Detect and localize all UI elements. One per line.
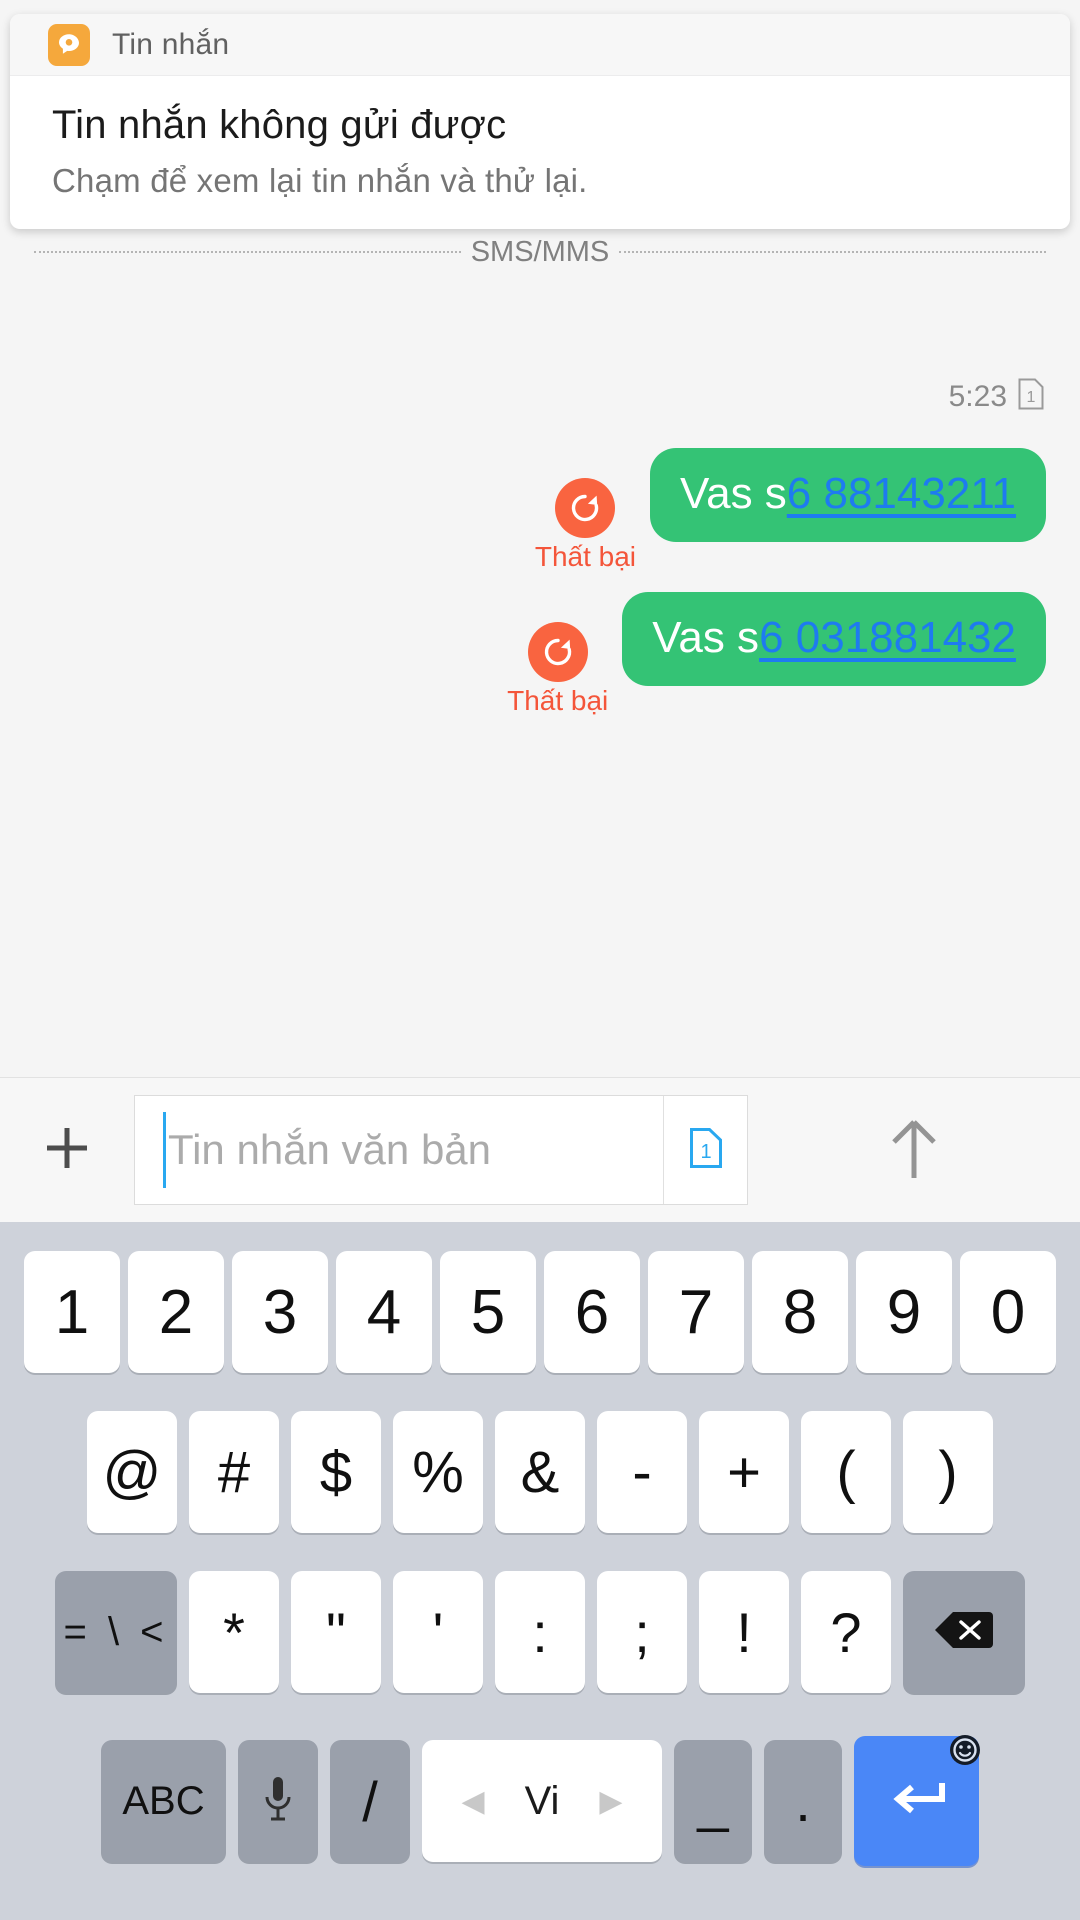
key-semicolon[interactable]: ; xyxy=(597,1571,687,1693)
send-button[interactable] xyxy=(748,1078,1080,1223)
key-slash[interactable]: / xyxy=(330,1740,410,1862)
key-enter[interactable] xyxy=(854,1735,980,1866)
emoji-icon[interactable] xyxy=(947,1732,983,1768)
message-row: Thất bại Vas s6 88143211 xyxy=(535,448,1046,573)
message-text-plain: Vas s xyxy=(680,469,787,518)
divider-line-left xyxy=(34,251,461,253)
key-percent[interactable]: % xyxy=(393,1411,483,1533)
key-underscore[interactable]: _ xyxy=(674,1740,752,1862)
sim-select-button[interactable]: 1 xyxy=(663,1096,747,1204)
on-screen-keyboard: 1 2 3 4 5 6 7 8 9 0 @ # $ % & - + ( ) = … xyxy=(0,1222,1080,1920)
plus-icon xyxy=(37,1118,97,1183)
triangle-right-icon[interactable]: ▶ xyxy=(599,1784,622,1819)
key-paren-close[interactable]: ) xyxy=(903,1411,993,1533)
key-6[interactable]: 6 xyxy=(544,1251,640,1373)
key-colon[interactable]: : xyxy=(495,1571,585,1693)
key-backspace[interactable] xyxy=(903,1571,1025,1693)
message-text: Vas s6 031881432 xyxy=(652,613,1016,662)
retry-icon[interactable] xyxy=(527,622,588,682)
sim-1-icon: 1 xyxy=(689,1127,723,1174)
text-input-area[interactable]: Tin nhắn văn bản xyxy=(135,1096,663,1204)
key-ampersand[interactable]: & xyxy=(495,1411,585,1533)
text-cursor xyxy=(163,1112,166,1188)
notification-card[interactable]: Tin nhắn Tin nhắn không gửi được Chạm để… xyxy=(10,14,1070,229)
arrow-up-icon xyxy=(883,1112,945,1189)
message-bubble[interactable]: Vas s6 031881432 xyxy=(622,592,1046,687)
microphone-icon xyxy=(261,1773,295,1830)
key-7[interactable]: 7 xyxy=(648,1251,744,1373)
key-question[interactable]: ? xyxy=(801,1571,891,1693)
message-timestamp-row: 5:23 1 xyxy=(949,378,1044,415)
sms-mms-divider: SMS/MMS xyxy=(0,230,1080,274)
attach-button[interactable] xyxy=(0,1078,134,1223)
retry-icon[interactable] xyxy=(555,478,616,538)
text-input-placeholder: Tin nhắn văn bản xyxy=(168,1126,492,1173)
divider-line-right xyxy=(619,251,1046,253)
key-2[interactable]: 2 xyxy=(128,1251,224,1373)
message-text-plain: Vas s xyxy=(652,613,760,662)
key-9[interactable]: 9 xyxy=(856,1251,952,1373)
notification-message: Chạm để xem lại tin nhắn và thử lại. xyxy=(52,162,588,199)
space-language-label: Vi xyxy=(524,1778,560,1823)
return-icon xyxy=(886,1775,948,1828)
notification-header: Tin nhắn xyxy=(10,14,1070,76)
svg-text:1: 1 xyxy=(700,1141,711,1163)
key-voice-input[interactable] xyxy=(238,1740,318,1862)
timestamp-label: 5:23 xyxy=(948,379,1007,413)
svg-text:1: 1 xyxy=(1027,389,1036,406)
backspace-icon xyxy=(933,1608,995,1657)
key-abc-layout[interactable]: ABC xyxy=(101,1740,226,1862)
divider-label: SMS/MMS xyxy=(470,235,610,268)
key-plus[interactable]: + xyxy=(699,1411,789,1533)
key-0[interactable]: 0 xyxy=(960,1251,1056,1373)
key-dollar[interactable]: $ xyxy=(291,1411,381,1533)
sim-1-icon: 1 xyxy=(1018,378,1044,415)
key-symbol-page-toggle[interactable]: = \ < xyxy=(55,1571,177,1693)
key-hash[interactable]: # xyxy=(189,1411,279,1533)
key-hyphen[interactable]: - xyxy=(597,1411,687,1533)
failed-label: Thất bại xyxy=(507,685,609,716)
message-text: Vas s6 88143211 xyxy=(680,469,1016,518)
keyboard-row-bottom: ABC / ◀ Vi ▶ _ . xyxy=(0,1712,1080,1890)
messages-app-icon xyxy=(48,23,90,66)
key-asterisk[interactable]: * xyxy=(189,1571,279,1693)
message-bubble[interactable]: Vas s6 88143211 xyxy=(650,448,1046,543)
keyboard-row-numbers: 1 2 3 4 5 6 7 8 9 0 xyxy=(0,1232,1080,1392)
message-failed-status[interactable]: Thất bại xyxy=(535,478,636,573)
message-failed-status[interactable]: Thất bại xyxy=(507,622,608,717)
message-phone-link[interactable]: 6 88143211 xyxy=(787,469,1016,518)
key-4[interactable]: 4 xyxy=(336,1251,432,1373)
keyboard-row-symbols: @ # $ % & - + ( ) xyxy=(0,1392,1080,1552)
message-row: Thất bại Vas s6 031881432 xyxy=(507,592,1046,717)
key-space[interactable]: ◀ Vi ▶ xyxy=(422,1740,662,1862)
key-5[interactable]: 5 xyxy=(440,1251,536,1373)
key-1[interactable]: 1 xyxy=(24,1251,120,1373)
key-exclamation[interactable]: ! xyxy=(699,1571,789,1693)
message-phone-link[interactable]: 6 031881432 xyxy=(759,613,1016,662)
triangle-left-icon[interactable]: ◀ xyxy=(462,1784,485,1819)
key-paren-open[interactable]: ( xyxy=(801,1411,891,1533)
notification-title: Tin nhắn không gửi được xyxy=(52,103,507,147)
message-text-field[interactable]: Tin nhắn văn bản 1 xyxy=(134,1095,748,1205)
key-quote-double[interactable]: " xyxy=(291,1571,381,1693)
failed-label: Thất bại xyxy=(534,541,637,572)
key-3[interactable]: 3 xyxy=(232,1251,328,1373)
key-at[interactable]: @ xyxy=(87,1411,177,1533)
key-8[interactable]: 8 xyxy=(752,1251,848,1373)
notification-body: Tin nhắn không gửi được Chạm để xem lại … xyxy=(10,76,1070,200)
key-period[interactable]: . xyxy=(764,1740,842,1862)
message-input-bar: Tin nhắn văn bản 1 xyxy=(0,1077,1080,1222)
key-quote-single[interactable]: ' xyxy=(393,1571,483,1693)
notification-app-name: Tin nhắn xyxy=(112,27,230,61)
keyboard-row-punctuation: = \ < * " ' : ; ! ? xyxy=(0,1552,1080,1712)
conversation-thread: Tin nhắn Tin nhắn không gửi được Chạm để… xyxy=(0,0,1080,1077)
